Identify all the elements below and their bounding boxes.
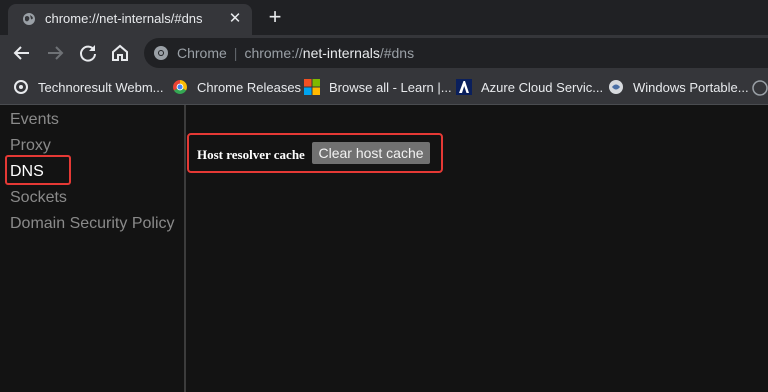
microsoft-logo-icon xyxy=(304,79,320,95)
clear-host-cache-button[interactable]: Clear host cache xyxy=(312,142,430,164)
chrome-logo-icon xyxy=(173,80,187,94)
url-path: /#dns xyxy=(379,45,415,61)
chrome-site-icon xyxy=(154,46,168,60)
host-resolver-cache-label: Host resolver cache xyxy=(197,147,305,162)
url-host: net-internals xyxy=(302,45,380,61)
home-icon[interactable] xyxy=(108,41,132,65)
reload-icon[interactable] xyxy=(76,41,100,65)
bookmark-windows-portable[interactable]: Windows Portable... xyxy=(608,78,749,96)
tab-net-internals[interactable]: chrome://net-internals/#dns ✕ xyxy=(8,4,252,35)
sidebar-item-domain-security-policy[interactable]: Domain Security Policy xyxy=(10,215,175,233)
host-resolver-panel: Host resolver cache Clear host cache xyxy=(187,133,443,173)
toolbar: Chrome | chrome://net-internals/#dns xyxy=(0,35,768,71)
bookmark-azure[interactable]: Azure Cloud Servic... xyxy=(456,78,603,96)
azure-logo-icon xyxy=(456,79,472,95)
new-tab-button[interactable]: + xyxy=(264,6,286,28)
bookmark-label: Browse all - Learn |... xyxy=(329,79,452,95)
sidebar-item-proxy[interactable]: Proxy xyxy=(10,137,51,155)
back-arrow-icon[interactable] xyxy=(10,41,34,65)
dns-highlight-box xyxy=(5,155,71,185)
bookmark-learn[interactable]: Browse all - Learn |... xyxy=(304,78,452,96)
bookmarks-bar: Technoresult Webm... Chrome Releases Bro… xyxy=(0,71,768,105)
sidebar: Events Proxy DNS Sockets Domain Security… xyxy=(0,105,186,392)
bookmark-label: Windows Portable... xyxy=(633,79,749,95)
bookmark-label: Azure Cloud Servic... xyxy=(481,79,604,95)
globe-icon xyxy=(23,13,35,25)
bookmark-technoresult[interactable]: Technoresult Webm... xyxy=(13,78,163,96)
sidebar-item-sockets[interactable]: Sockets xyxy=(10,189,67,207)
site-name: Chrome xyxy=(177,45,227,61)
address-text: Chrome | chrome://net-internals/#dns xyxy=(177,45,414,61)
bookmark-chrome-releases[interactable]: Chrome Releases xyxy=(172,78,301,96)
forward-arrow-icon[interactable] xyxy=(43,41,67,65)
address-bar[interactable]: Chrome | chrome://net-internals/#dns xyxy=(144,38,768,68)
bookmark-label: Chrome Releases xyxy=(197,79,302,95)
tab-title: chrome://net-internals/#dns xyxy=(45,11,203,26)
tab-strip: chrome://net-internals/#dns ✕ + xyxy=(0,0,768,35)
windows-portable-icon xyxy=(609,80,623,94)
settings-icon xyxy=(14,80,28,94)
url-scheme: chrome:// xyxy=(244,45,303,61)
page-content: Events Proxy DNS Sockets Domain Security… xyxy=(0,105,768,392)
overflow-globe-icon[interactable] xyxy=(752,80,768,96)
bookmark-label: Technoresult Webm... xyxy=(38,79,164,95)
sidebar-item-events[interactable]: Events xyxy=(10,111,59,129)
tab-close-icon[interactable]: ✕ xyxy=(226,10,244,28)
site-separator: | xyxy=(233,45,238,61)
